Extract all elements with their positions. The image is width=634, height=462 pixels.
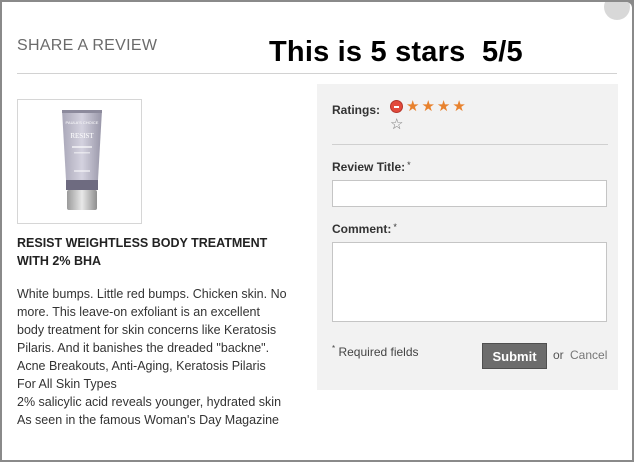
product-image: PAULA'S CHOICE RESIST — [17, 99, 142, 224]
description-line: White bumps. Little red bumps. Chicken s… — [17, 287, 287, 301]
star-filled-icon[interactable]: ★ — [421, 98, 434, 115]
description-line: body treatment for skin concerns like Ke… — [17, 323, 277, 337]
description-line: For All Skin Types — [17, 377, 117, 391]
review-title-input[interactable] — [332, 180, 607, 207]
review-title-label: Review Title: * — [332, 160, 411, 174]
review-form: Ratings: ★ ★ ★ ★ ☆ Review Title: * Comment: * … — [317, 84, 618, 390]
required-marker: * — [332, 344, 336, 353]
product-tube-image: PAULA'S CHOICE RESIST — [62, 110, 102, 210]
cancel-link[interactable]: Cancel — [570, 348, 607, 362]
or-text: or — [553, 348, 564, 362]
description-line: more. This leave-on exfoliant is an exce… — [17, 305, 260, 319]
comment-input[interactable] — [332, 242, 607, 322]
overlay-annotation: This is 5 stars 5/5 — [269, 36, 523, 68]
review-title-label-text: Review Title: — [332, 160, 406, 174]
remove-rating-icon[interactable] — [390, 100, 403, 114]
star-filled-icon[interactable]: ★ — [437, 98, 450, 115]
description-line: As seen in the famous Woman's Day Magazi… — [17, 413, 280, 427]
required-marker: * — [407, 160, 411, 170]
form-divider — [332, 144, 608, 145]
required-fields-text: Required fields — [338, 345, 419, 359]
modal-title: SHARE A REVIEW — [17, 37, 158, 54]
star-rating[interactable]: ★ ★ ★ ★ ☆ — [390, 98, 500, 133]
close-icon[interactable] — [604, 2, 630, 20]
comment-label-text: Comment: — [332, 222, 392, 236]
star-filled-icon[interactable]: ★ — [406, 98, 419, 115]
ratings-label: Ratings: — [332, 103, 380, 117]
product-label-text: RESIST — [70, 132, 94, 140]
header-divider — [17, 73, 617, 74]
required-marker: * — [393, 222, 397, 232]
submit-button[interactable]: Submit — [482, 343, 547, 369]
star-filled-icon[interactable]: ★ — [452, 98, 465, 115]
review-modal: SHARE A REVIEW This is 5 stars 5/5 PAULA… — [2, 2, 632, 460]
description-line: 2% salicylic acid reveals younger, hydra… — [17, 395, 282, 409]
description-line: Pilaris. And it banishes the dreaded "ba… — [17, 341, 270, 355]
description-line: Acne Breakouts, Anti-Aging, Keratosis Pi… — [17, 359, 266, 373]
required-fields-note: * Required fields — [332, 344, 419, 359]
product-description: White bumps. Little red bumps. Chicken s… — [17, 285, 307, 429]
product-brand-text: PAULA'S CHOICE — [66, 120, 99, 125]
comment-label: Comment: * — [332, 222, 397, 236]
star-empty-icon[interactable]: ☆ — [390, 116, 403, 133]
product-name: RESIST WEIGHTLESS BODY TREATMENT WITH 2%… — [17, 236, 268, 268]
